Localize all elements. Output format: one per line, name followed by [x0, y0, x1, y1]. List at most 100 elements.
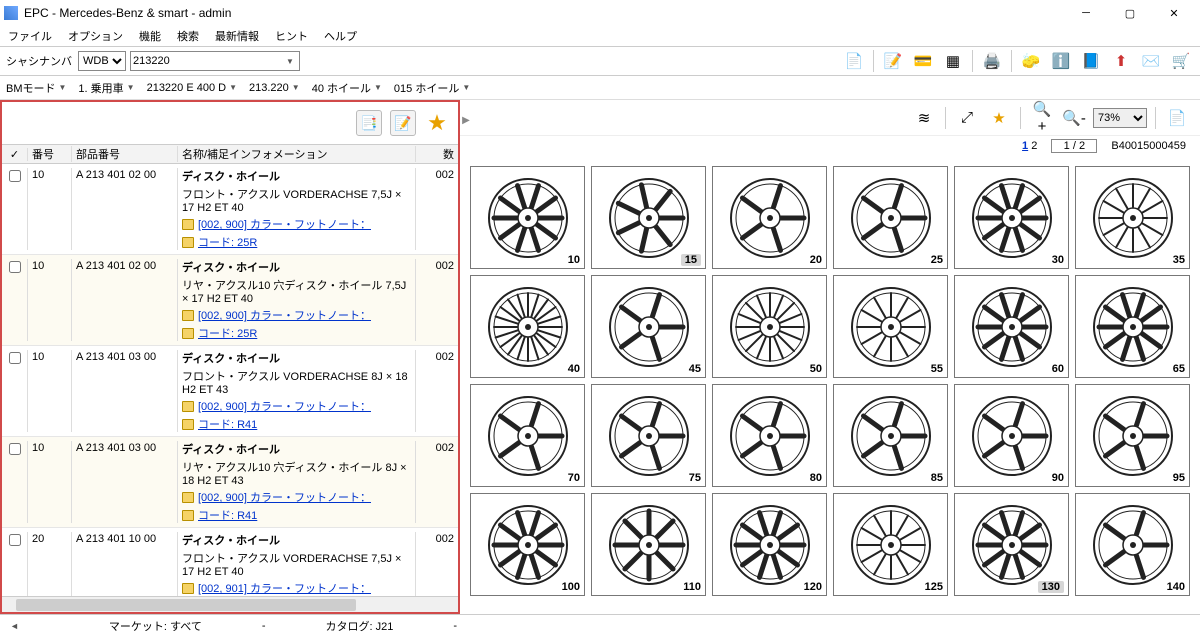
col-header-check[interactable]: ✓	[2, 148, 28, 161]
car-icon[interactable]: ⬆	[1108, 48, 1134, 74]
page-icon[interactable]: 📄	[1164, 105, 1190, 131]
crumb-bmmode[interactable]: BMモード▼	[6, 80, 66, 96]
horizontal-scrollbar[interactable]	[2, 596, 458, 612]
edit-note-icon[interactable]: 📝	[390, 110, 416, 136]
code-icon	[182, 510, 194, 521]
menu-latest[interactable]: 最新情報	[211, 26, 263, 46]
wheel-tile[interactable]: 130	[954, 493, 1069, 596]
zoom-in-icon[interactable]: 🔍+	[1029, 105, 1055, 131]
footnote-link[interactable]: [002, 900] カラー・フットノート：	[198, 307, 371, 323]
zoom-select[interactable]: 73%	[1093, 108, 1147, 128]
code-link[interactable]: コード: R41	[198, 416, 257, 432]
code-link[interactable]: コード: 25R	[198, 234, 257, 250]
wheel-tile[interactable]: 55	[833, 275, 948, 378]
wheel-tile[interactable]: 90	[954, 384, 1069, 487]
close-button[interactable]: ✕	[1152, 0, 1196, 26]
wheel-tile[interactable]: 45	[591, 275, 706, 378]
card-icon[interactable]: 💳	[910, 48, 936, 74]
wheel-tile[interactable]: 40	[470, 275, 585, 378]
status-dash1: -	[262, 620, 266, 632]
copy-icon[interactable]: 📑	[356, 110, 382, 136]
mail-icon[interactable]: ✉️	[1138, 48, 1164, 74]
wheel-tile[interactable]: 100	[470, 493, 585, 596]
wheel-tile[interactable]: 85	[833, 384, 948, 487]
code-link[interactable]: コード: R41	[198, 507, 257, 523]
crumb-model[interactable]: 213220 E 400 D▼	[147, 82, 237, 94]
grid-icon[interactable]: ▦	[940, 48, 966, 74]
menu-hint[interactable]: ヒント	[271, 26, 312, 46]
table-body[interactable]: 10A 213 401 02 00ディスク・ホイールフロント・アクスル VORD…	[2, 164, 458, 596]
col-header-num[interactable]: 番号	[28, 146, 72, 162]
statusbar-collapse-icon[interactable]: ◄	[10, 621, 19, 631]
table-row[interactable]: 10A 213 401 02 00ディスク・ホイールフロント・アクスル VORD…	[2, 164, 458, 255]
zoom-out-icon[interactable]: 🔍-	[1061, 105, 1087, 131]
minimize-button[interactable]: ─	[1064, 0, 1108, 26]
footnote-link[interactable]: [002, 900] カラー・フットノート：	[198, 398, 371, 414]
row-checkbox[interactable]	[9, 534, 21, 546]
footnote-link[interactable]: [002, 900] カラー・フットノート：	[198, 489, 371, 505]
col-header-qty[interactable]: 数	[416, 146, 458, 162]
wheel-gallery[interactable]: 1015202530354045505560657075808590951001…	[460, 156, 1200, 614]
maximize-button[interactable]: ▢	[1108, 0, 1152, 26]
table-row[interactable]: 10A 213 401 03 00ディスク・ホイールリヤ・アクスル10 穴ディス…	[2, 437, 458, 528]
crumb-vehicle-type[interactable]: 1. 乗用車▼	[78, 80, 134, 96]
info-icon[interactable]: ℹ️	[1048, 48, 1074, 74]
part-name: ディスク・ホイール	[182, 441, 411, 457]
wheel-tile[interactable]: 70	[470, 384, 585, 487]
eraser-icon[interactable]: 🧽	[1018, 48, 1044, 74]
row-checkbox[interactable]	[9, 170, 21, 182]
print-icon[interactable]: 🖨️	[979, 48, 1005, 74]
wheel-tile[interactable]: 120	[712, 493, 827, 596]
wheel-tile[interactable]: 20	[712, 166, 827, 269]
doc-delete-icon[interactable]: 📄	[841, 48, 867, 74]
wheel-tile[interactable]: 125	[833, 493, 948, 596]
crumb-subgroup[interactable]: 015 ホイール▼	[394, 80, 470, 96]
wheel-tile[interactable]: 10	[470, 166, 585, 269]
wheel-tile[interactable]: 35	[1075, 166, 1190, 269]
menu-search[interactable]: 検索	[173, 26, 203, 46]
book-icon[interactable]: 📘	[1078, 48, 1104, 74]
crumb-group[interactable]: 40 ホイール▼	[312, 80, 382, 96]
footnote-link[interactable]: [002, 901] カラー・フットノート：	[198, 580, 371, 596]
main-toolbar: シャシナンバ WDB ▼ 📄 📝 💳 ▦ 🖨️ 🧽 ℹ️ 📘 ⬆ ✉️ 🛒	[0, 46, 1200, 76]
col-header-part[interactable]: 部品番号	[72, 146, 178, 162]
wheel-tile[interactable]: 60	[954, 275, 1069, 378]
cart-icon[interactable]: 🛒	[1168, 48, 1194, 74]
star-icon[interactable]: ★	[986, 105, 1012, 131]
table-row[interactable]: 10A 213 401 03 00ディスク・ホイールフロント・アクスル VORD…	[2, 346, 458, 437]
wheel-tile[interactable]: 95	[1075, 384, 1190, 487]
filter-icon[interactable]: ≋	[911, 105, 937, 131]
favorite-star-icon[interactable]: ★	[424, 110, 450, 136]
pane-expand-handle[interactable]: ▶	[460, 100, 472, 140]
menu-function[interactable]: 機能	[135, 26, 165, 46]
menu-file[interactable]: ファイル	[4, 26, 56, 46]
col-header-desc[interactable]: 名称/補足インフォメーション	[178, 146, 416, 162]
row-checkbox[interactable]	[9, 443, 21, 455]
page-2-link[interactable]: 2	[1031, 140, 1037, 152]
row-checkbox[interactable]	[9, 261, 21, 273]
chassis-prefix-select[interactable]: WDB	[78, 51, 126, 71]
page-1-link[interactable]: 1	[1022, 140, 1028, 152]
table-row[interactable]: 20A 213 401 10 00ディスク・ホイールフロント・アクスル VORD…	[2, 528, 458, 596]
code-link[interactable]: コード: 25R	[198, 325, 257, 341]
wheel-tile[interactable]: 65	[1075, 275, 1190, 378]
wheel-tile[interactable]: 50	[712, 275, 827, 378]
wheel-tile[interactable]: 80	[712, 384, 827, 487]
wheel-tile[interactable]: 140	[1075, 493, 1190, 596]
wheel-tile[interactable]: 15	[591, 166, 706, 269]
wheel-tile-number: 25	[931, 254, 943, 266]
fit-icon[interactable]: ⤢	[954, 105, 980, 131]
wheel-tile[interactable]: 110	[591, 493, 706, 596]
row-checkbox[interactable]	[9, 352, 21, 364]
menu-option[interactable]: オプション	[64, 26, 127, 46]
note-edit-icon[interactable]: 📝	[880, 48, 906, 74]
wheel-tile[interactable]: 30	[954, 166, 1069, 269]
wheel-tile[interactable]: 25	[833, 166, 948, 269]
wheel-tile[interactable]: 75	[591, 384, 706, 487]
table-row[interactable]: 10A 213 401 02 00ディスク・ホイールリヤ・アクスル10 穴ディス…	[2, 255, 458, 346]
menu-help[interactable]: ヘルプ	[320, 26, 361, 46]
chassis-input[interactable]	[130, 51, 300, 71]
crumb-variant[interactable]: 213.220▼	[249, 82, 300, 94]
menubar: ファイル オプション 機能 検索 最新情報 ヒント ヘルプ	[0, 26, 1200, 46]
footnote-link[interactable]: [002, 900] カラー・フットノート：	[198, 216, 371, 232]
